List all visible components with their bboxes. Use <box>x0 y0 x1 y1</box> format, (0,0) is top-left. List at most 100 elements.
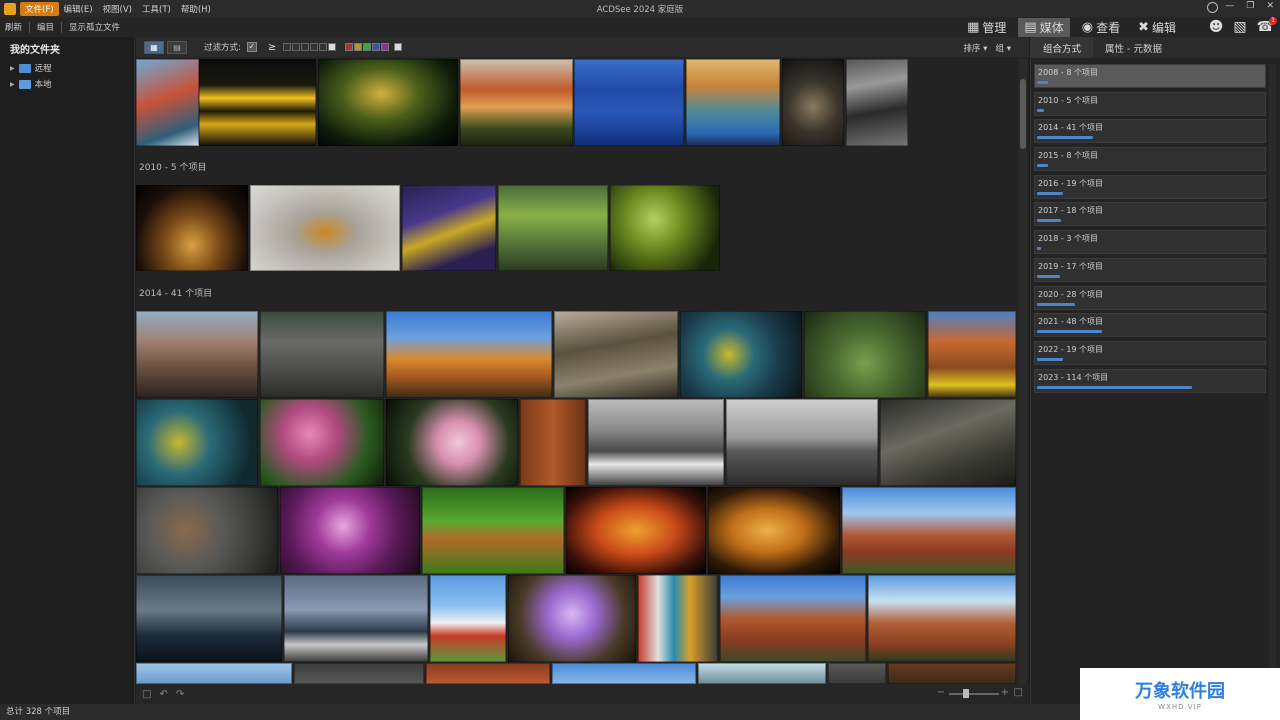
group-list-item[interactable]: 2015 - 8 个项目 <box>1034 147 1266 172</box>
rating-5-box[interactable] <box>319 43 328 51</box>
rotate-left-icon[interactable]: ↶ <box>159 689 167 700</box>
thumbnail[interactable] <box>828 663 886 684</box>
rating-4-box[interactable] <box>310 43 319 51</box>
thumbnail[interactable] <box>136 663 292 684</box>
thumbnail[interactable] <box>588 399 724 486</box>
rating-2-box[interactable] <box>292 43 301 51</box>
panel-toggle-right-icon[interactable]: □ <box>1014 687 1023 698</box>
face-detect-icon[interactable]: ☻ <box>1209 19 1224 35</box>
zoom-out-icon[interactable]: − <box>937 687 945 698</box>
thumbnail[interactable] <box>426 663 550 684</box>
thumbnail[interactable] <box>888 663 1016 684</box>
expand-arrow-icon[interactable]: ▶ <box>10 65 15 72</box>
mode-media-button[interactable]: ▤ 媒体 <box>1018 17 1070 37</box>
thumbnail[interactable] <box>422 487 564 574</box>
thumbnail[interactable] <box>804 311 926 398</box>
thumbnail[interactable] <box>136 575 282 662</box>
expand-arrow-icon[interactable]: ▶ <box>10 81 15 88</box>
group-button[interactable]: 组 <box>996 44 1005 54</box>
zoom-slider[interactable] <box>949 693 999 695</box>
menu-item[interactable]: 视图(V) <box>98 2 137 16</box>
menu-item[interactable]: 工具(T) <box>137 2 176 16</box>
color-any-box[interactable] <box>394 43 403 51</box>
group-list-item[interactable]: 2014 - 41 个项目 <box>1034 119 1266 144</box>
color-yellow-box[interactable] <box>354 43 363 51</box>
menu-item[interactable]: 帮助(H) <box>176 2 216 16</box>
zoom-slider-knob[interactable] <box>963 689 969 698</box>
color-green-box[interactable] <box>363 43 372 51</box>
tab-group-by[interactable]: 组合方式 <box>1031 37 1094 58</box>
thumbnail[interactable] <box>136 59 199 146</box>
thumbnail[interactable] <box>136 399 258 486</box>
tree-item-local[interactable]: ▶ 本地 <box>0 76 134 92</box>
thumbnail[interactable] <box>574 59 684 146</box>
group-list-item[interactable]: 2021 - 48 个项目 <box>1034 313 1266 338</box>
list-view-button[interactable]: ▤ <box>167 40 187 54</box>
maximize-button[interactable]: ❐ <box>1246 1 1254 11</box>
thumbnail[interactable] <box>552 663 696 684</box>
filter-checkbox[interactable]: ✓ <box>246 42 257 52</box>
group-list-item[interactable]: 2017 - 18 个项目 <box>1034 202 1266 227</box>
rotate-right-icon[interactable]: ↷ <box>176 689 184 700</box>
thumbnail[interactable] <box>260 311 384 398</box>
thumbnail[interactable] <box>386 311 552 398</box>
thumbnail[interactable] <box>430 575 506 662</box>
thumbnail[interactable] <box>726 399 878 486</box>
thumbnail[interactable] <box>782 59 844 146</box>
thumbnail[interactable] <box>928 311 1016 398</box>
sort-button[interactable]: 排序 <box>963 44 980 54</box>
thumbnail[interactable] <box>686 59 780 146</box>
thumbnail[interactable] <box>720 575 866 662</box>
mode-view-button[interactable]: ◉ 查看 <box>1076 18 1126 37</box>
thumbnail[interactable] <box>698 663 826 684</box>
group-list-item[interactable]: 2019 - 17 个项目 <box>1034 257 1266 282</box>
color-purple-box[interactable] <box>381 43 390 51</box>
group-list-item[interactable]: 2023 - 114 个项目 <box>1034 368 1266 393</box>
thumbnail[interactable] <box>520 399 586 486</box>
color-red-box[interactable] <box>345 43 354 51</box>
group-list-item[interactable]: 2008 - 8 个项目 <box>1034 64 1266 88</box>
group-list-item[interactable]: 2018 - 3 个项目 <box>1034 230 1266 255</box>
group-list-item[interactable]: 2020 - 28 个项目 <box>1034 285 1266 310</box>
tab-properties-metadata[interactable]: 属性 - 元数据 <box>1093 37 1174 58</box>
thumbnail[interactable] <box>566 487 706 574</box>
thumbnail[interactable] <box>386 399 518 486</box>
thumbnail[interactable] <box>136 185 248 271</box>
show-orphan-files-button[interactable]: 显示孤立文件 <box>64 21 125 33</box>
color-blue-box[interactable] <box>372 43 381 51</box>
thumbnail[interactable] <box>842 487 1016 574</box>
mode-edit-button[interactable]: ✖ 编辑 <box>1132 18 1182 37</box>
right-panel-scrollbar[interactable] <box>1269 64 1276 684</box>
thumbnail[interactable] <box>868 575 1016 662</box>
user-account-icon[interactable] <box>1207 2 1218 13</box>
thumbnail[interactable] <box>136 311 258 398</box>
thumbnail[interactable] <box>136 487 278 574</box>
group-list-item[interactable]: 2016 - 19 个项目 <box>1034 174 1266 199</box>
thumbnail[interactable] <box>250 185 400 271</box>
menu-item[interactable]: 文件(F) <box>20 1 59 16</box>
minimize-button[interactable]: — <box>1225 1 1234 11</box>
rating-1-box[interactable] <box>283 43 292 51</box>
group-list-item[interactable]: 2022 - 19 个项目 <box>1034 340 1266 365</box>
thumbnail[interactable] <box>402 185 496 271</box>
catalog-button[interactable]: 编目 <box>32 21 59 33</box>
thumbnail[interactable] <box>708 487 840 574</box>
thumbnail[interactable] <box>460 59 573 146</box>
thumbnail[interactable] <box>554 311 678 398</box>
thumbnail[interactable] <box>638 575 718 662</box>
thumbnail[interactable] <box>280 487 420 574</box>
mode-manage-button[interactable]: ▦ 管理 <box>961 18 1012 37</box>
panel-toggle-icon[interactable]: □ <box>142 689 151 700</box>
thumbnail[interactable] <box>199 59 316 146</box>
thumbnail[interactable] <box>610 185 720 271</box>
thumbnail[interactable] <box>294 663 424 684</box>
vertical-scrollbar[interactable] <box>1019 59 1027 684</box>
zoom-in-icon[interactable]: + <box>1001 687 1009 698</box>
menu-item[interactable]: 编辑(E) <box>59 2 98 16</box>
refresh-button[interactable]: 刷新 <box>0 21 27 33</box>
thumbnail[interactable] <box>508 575 636 662</box>
thumbnail[interactable] <box>318 59 458 146</box>
scrollbar-thumb[interactable] <box>1020 79 1026 149</box>
thumbnail[interactable] <box>284 575 428 662</box>
close-button[interactable]: ✕ <box>1266 1 1274 11</box>
